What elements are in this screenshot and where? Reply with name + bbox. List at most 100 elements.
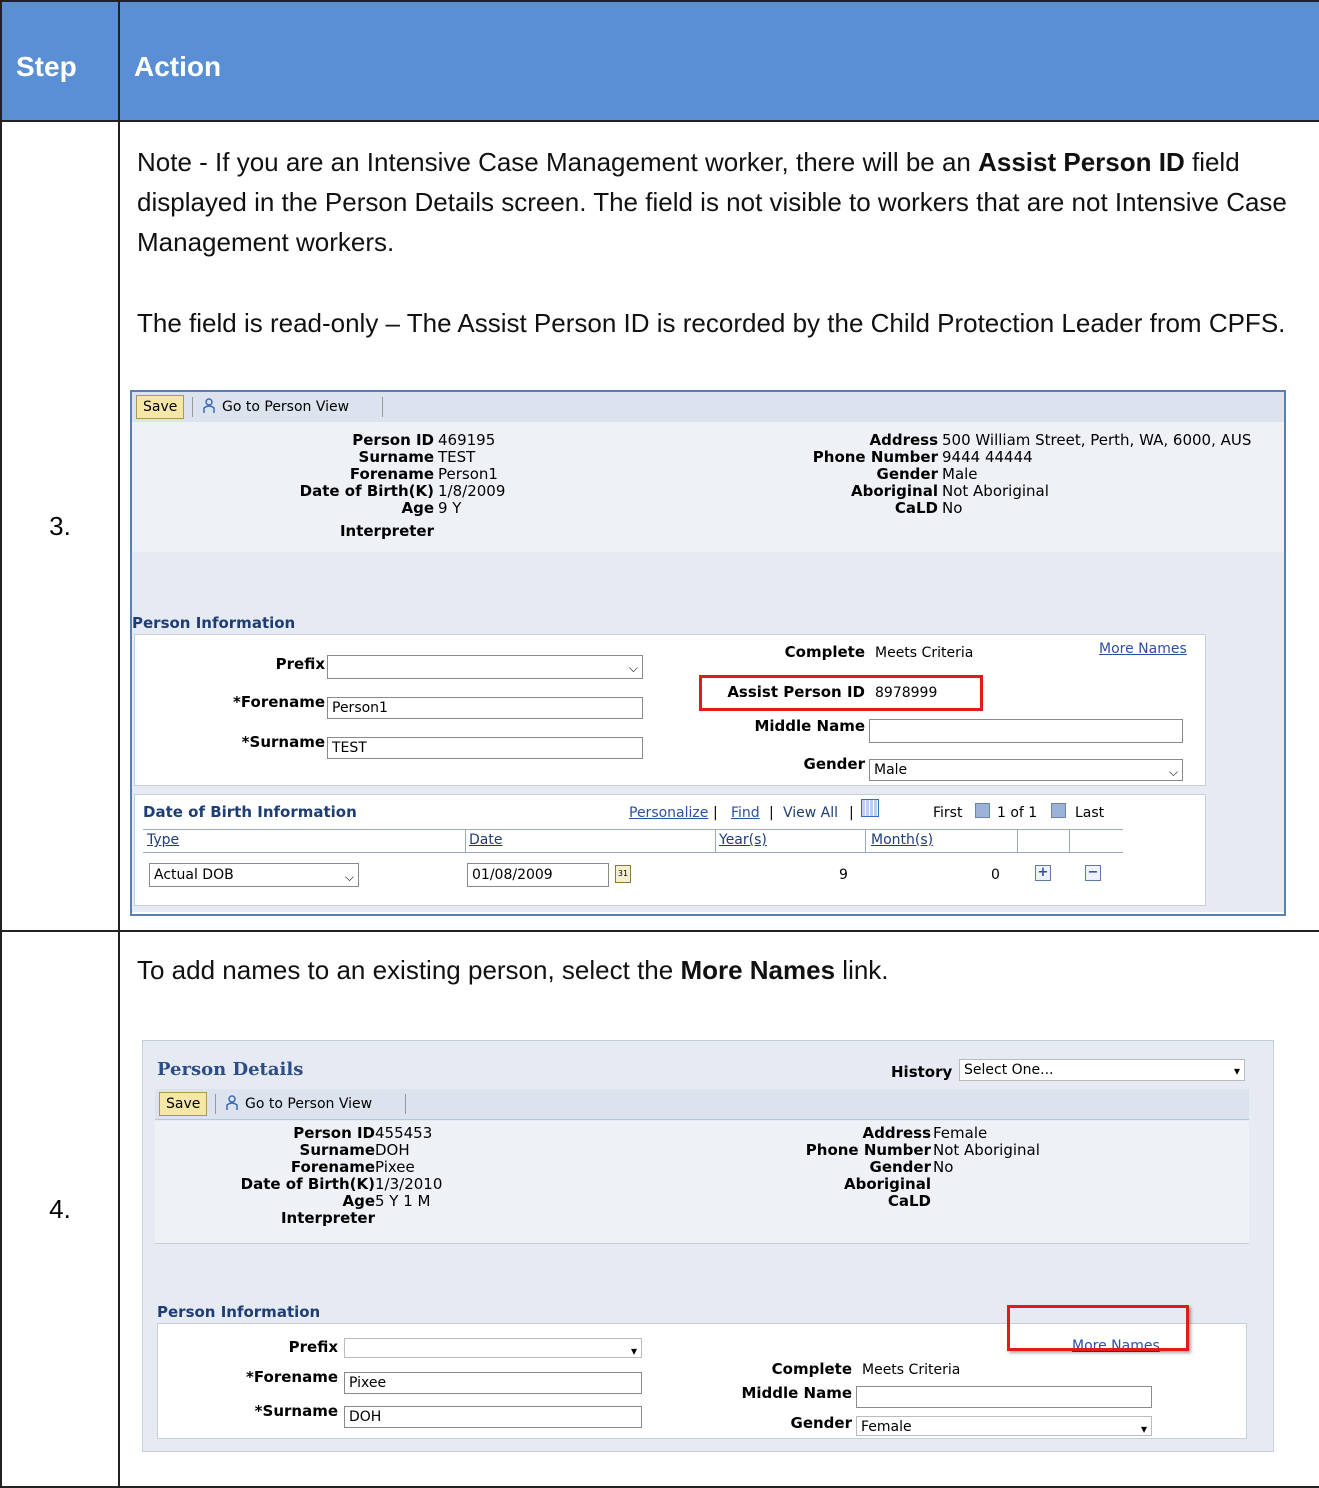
- phone-label: Phone Number: [812, 448, 938, 466]
- next-icon[interactable]: [1051, 803, 1066, 818]
- middle-name-input[interactable]: [856, 1386, 1152, 1408]
- col-years[interactable]: Year(s): [719, 832, 767, 848]
- prefix-select[interactable]: ▾: [344, 1338, 642, 1358]
- person-id-value: 469195: [438, 431, 496, 449]
- person-summary: Person ID Surname Forename Date of Birth…: [132, 422, 1284, 553]
- col-months[interactable]: Month(s): [871, 832, 933, 848]
- person-details-screenshot-1: Save Go to Person View Person ID Surname…: [130, 390, 1286, 916]
- find-link[interactable]: Find: [731, 805, 760, 821]
- chevron-down-icon: ▾: [630, 1344, 637, 1358]
- forename-value: Person1: [438, 465, 498, 483]
- person-summary: Person ID Surname Forename Date of Birth…: [155, 1121, 1249, 1244]
- cald-value: No: [942, 499, 963, 517]
- prefix-select[interactable]: ⌵: [327, 655, 643, 679]
- more-names-paragraph: To add names to an existing person, sele…: [137, 950, 1307, 990]
- surname-label: Surname: [358, 448, 434, 466]
- summary-left-labels: Person ID Surname Forename Date of Birth…: [241, 1125, 375, 1227]
- go-to-person-view-label: Go to Person View: [245, 1096, 373, 1112]
- save-button[interactable]: Save: [159, 1092, 208, 1116]
- surname-input[interactable]: TEST: [327, 737, 643, 759]
- add-row-icon[interactable]: +: [1035, 865, 1051, 881]
- middle-name-input[interactable]: [869, 719, 1183, 743]
- dob-value: 1/8/2009: [438, 482, 506, 500]
- dob-type-select[interactable]: Actual DOB ⌵: [149, 863, 359, 887]
- instr-text-a: To add names to an existing person, sele…: [137, 955, 681, 985]
- last-label: Last: [1075, 805, 1105, 821]
- download-grid-icon[interactable]: [861, 799, 879, 817]
- middle-name-label: Middle Name: [741, 1384, 852, 1402]
- person-icon: [203, 398, 215, 413]
- surname-value: TEST: [438, 448, 476, 466]
- summary-left-values: 469195 TEST Person1 1/8/2009 9 Y: [438, 432, 505, 517]
- calendar-icon[interactable]: 31: [615, 865, 631, 883]
- middle-name-label: Middle Name: [754, 717, 865, 735]
- history-select[interactable]: Select One... ▾: [959, 1059, 1245, 1081]
- forename-input[interactable]: Pixee: [344, 1372, 642, 1394]
- gender-value: Male: [942, 465, 978, 483]
- person-information-title: Person Information: [157, 1303, 321, 1321]
- chevron-down-icon: ⌵: [1168, 765, 1178, 779]
- forename-label: Forename: [290, 1158, 375, 1176]
- save-button[interactable]: Save: [136, 395, 185, 419]
- more-names-link[interactable]: More Names: [1099, 641, 1187, 657]
- page-title: Person Details: [157, 1059, 304, 1080]
- go-to-person-view-link[interactable]: Go to Person View: [225, 1095, 372, 1112]
- dob-value: 1/3/2010: [375, 1175, 443, 1193]
- gender-label: Gender: [876, 465, 938, 483]
- complete-value: Meets Criteria: [862, 1362, 961, 1378]
- col-date[interactable]: Date: [469, 832, 502, 848]
- years-value: 9: [839, 867, 848, 883]
- grid-divider: |: [769, 805, 774, 821]
- complete-label: Complete: [784, 643, 865, 661]
- form-area: Person Information Prefix ⌵ *Forename Pe…: [132, 552, 1284, 912]
- months-value: 0: [991, 867, 1000, 883]
- previous-icon[interactable]: [975, 803, 990, 818]
- header-step: Step: [0, 0, 120, 122]
- toolbar: Save Go to Person View: [155, 1089, 1249, 1120]
- summary-right-values: 500 William Street, Perth, WA, 6000, AUS…: [942, 432, 1251, 517]
- col-type[interactable]: Type: [147, 832, 179, 848]
- phone-value: 9444 44444: [942, 448, 1033, 466]
- view-all-link[interactable]: View All: [783, 805, 838, 821]
- age-label: Age: [401, 499, 434, 517]
- gender-field-label: Gender: [790, 1414, 852, 1432]
- surname-field-label: *Surname: [254, 1402, 338, 1420]
- person-details-screenshot-2: Person Details History Select One... ▾ S…: [142, 1040, 1274, 1452]
- person-id-label: Person ID: [293, 1124, 375, 1142]
- address-label: Address: [862, 1124, 931, 1142]
- assist-person-id-value: 8978999: [875, 685, 938, 701]
- delete-row-icon[interactable]: −: [1085, 865, 1101, 881]
- summary-right-values: Female Not Aboriginal No: [933, 1125, 1040, 1176]
- gender-select[interactable]: Female ▾: [856, 1416, 1152, 1436]
- aboriginal-label: Aboriginal: [850, 482, 938, 500]
- go-to-person-view-link[interactable]: Go to Person View: [202, 398, 349, 415]
- dob-date-input[interactable]: 01/08/2009: [467, 863, 609, 887]
- grid-divider: [465, 829, 466, 853]
- surname-field-label: *Surname: [241, 733, 325, 751]
- summary-left-values: 455453 DOH Pixee 1/3/2010 5 Y 1 M: [375, 1125, 442, 1210]
- interpreter-label: Interpreter: [280, 1209, 375, 1227]
- note-text-a: Note - If you are an Intensive Case Mana…: [137, 147, 979, 177]
- age-value: 9 Y: [438, 499, 462, 517]
- readonly-text: The field is read-only – The Assist Pers…: [137, 308, 1286, 338]
- gender-select-value: Female: [861, 1419, 912, 1435]
- age-value: 5 Y 1 M: [375, 1192, 431, 1210]
- forename-input[interactable]: Person1: [327, 697, 643, 719]
- dob-label: Date of Birth(K): [299, 482, 434, 500]
- surname-label: Surname: [299, 1141, 375, 1159]
- phone-label: Phone Number: [805, 1141, 931, 1159]
- interpreter-label: Interpreter: [339, 522, 434, 540]
- aboriginal-value: Not Aboriginal: [933, 1141, 1040, 1159]
- history-select-value: Select One...: [964, 1062, 1054, 1078]
- cald-label: CaLD: [894, 499, 938, 517]
- dob-label: Date of Birth(K): [240, 1175, 375, 1193]
- go-to-person-view-label: Go to Person View: [222, 399, 350, 415]
- dob-type-value: Actual DOB: [154, 867, 234, 883]
- person-id-label: Person ID: [352, 431, 434, 449]
- personalize-link[interactable]: Personalize: [629, 805, 708, 821]
- gender-select[interactable]: Male ⌵: [869, 759, 1183, 781]
- grid-divider: |: [713, 805, 718, 821]
- forename-label: Forename: [349, 465, 434, 483]
- forename-field-label: *Forename: [246, 1368, 338, 1386]
- surname-input[interactable]: DOH: [344, 1406, 642, 1428]
